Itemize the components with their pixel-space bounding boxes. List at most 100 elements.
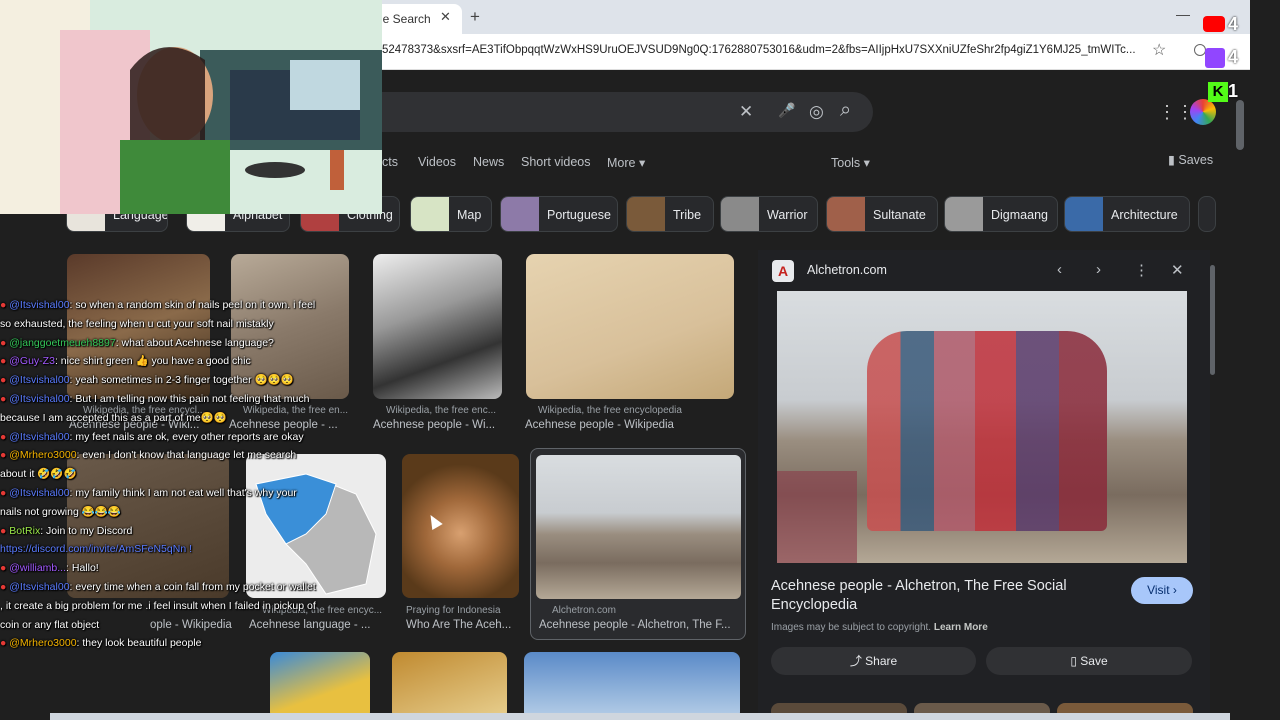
chat-message: ● @Itsvishal00: so when a random skin of…	[0, 296, 320, 334]
chat-username: @Mrhero3000	[9, 637, 77, 650]
tab-products[interactable]: cts	[382, 155, 398, 169]
mic-icon[interactable]: 🎤	[778, 102, 795, 119]
chip-architecture[interactable]: Architecture	[1064, 196, 1190, 232]
chat-username: @Mrhero3000	[9, 449, 77, 462]
tab-more[interactable]: More ▾	[607, 155, 645, 170]
share-button[interactable]: ⤴ Share	[771, 647, 976, 675]
chip-label: Architecture	[1111, 208, 1178, 222]
twitch-icon	[1205, 48, 1225, 68]
result-source: Praying for Indonesia	[406, 605, 501, 616]
url-field[interactable]: 52478373&sxsrf=AE3TifObpqqtWzWxHS9UruOEJ…	[382, 44, 1144, 56]
chip-thumb	[1065, 197, 1103, 231]
visit-button[interactable]: Visit ›	[1131, 577, 1193, 604]
save-button[interactable]: ▯ Save	[986, 647, 1192, 675]
close-tab-icon[interactable]: ✕	[440, 9, 451, 25]
youtube-badge-icon: ●	[0, 637, 10, 650]
youtube-badge-icon: ●	[0, 336, 10, 349]
youtube-badge-icon: ●	[0, 374, 10, 387]
copyright-notice: Images may be subject to copyright. Lear…	[771, 622, 988, 633]
chat-username: @Itsvishal00	[9, 580, 70, 593]
chat-message: ● @Itsvishal00: my feet nails are ok, ev…	[0, 428, 320, 447]
flowers-graphic	[777, 471, 857, 563]
chip-warrior[interactable]: Warrior	[720, 196, 818, 232]
result-image[interactable]	[392, 652, 507, 720]
chip-thumb	[501, 197, 539, 231]
tab-news[interactable]: News	[473, 155, 504, 169]
result-image[interactable]	[270, 652, 370, 720]
chat-message: ● @Mrhero3000: they look beautiful peopl…	[0, 634, 320, 653]
chat-message: ● @Itsvishal00: But I am telling now thi…	[0, 390, 320, 428]
more-options-icon[interactable]: ⋮	[1134, 261, 1149, 279]
chip-thumb	[721, 197, 759, 231]
lens-icon[interactable]: ◎	[809, 102, 824, 122]
youtube-badge-icon: ●	[0, 392, 10, 405]
tools-menu[interactable]: Tools ▾	[831, 155, 870, 170]
next-icon[interactable]: ›	[1096, 261, 1101, 278]
chat-message: https://discord.com/invite/AmSFeN5qNn !	[0, 540, 320, 559]
clear-search-icon[interactable]: ✕	[739, 102, 753, 122]
chat-username: @williamb...	[9, 562, 67, 575]
account-avatar[interactable]	[1190, 99, 1216, 125]
chip-portuguese[interactable]: Portuguese	[500, 196, 618, 232]
result-source: Alchetron.com	[552, 605, 616, 616]
chat-username: @Guy-Z3	[9, 355, 55, 368]
result-image[interactable]	[524, 652, 740, 720]
kick-viewer-count: 1	[1228, 81, 1239, 101]
chat-username: @Itsvishal00	[9, 374, 70, 387]
chip-digmaang[interactable]: Digmaang	[944, 196, 1058, 232]
chat-message: ● BotRix: Join to my Discord	[0, 522, 320, 541]
preview-image[interactable]	[777, 291, 1187, 563]
result-title[interactable]: Acehnese people - Wikipedia	[525, 419, 674, 431]
youtube-badge-icon: ●	[0, 580, 10, 593]
webcam-overlay	[0, 0, 382, 214]
panel-site-name[interactable]: Alchetron.com	[807, 263, 887, 277]
previous-icon[interactable]: ‹	[1057, 261, 1062, 278]
chip-label: Map	[457, 208, 482, 222]
minimize-window-button[interactable]: —	[1176, 6, 1190, 22]
result-title[interactable]: Acehnese people - Wi...	[373, 419, 495, 431]
chip-label: Portuguese	[547, 208, 611, 222]
bookmark-star-icon[interactable]: ☆	[1152, 40, 1166, 60]
youtube-viewer-count: 4	[1228, 14, 1239, 34]
youtube-badge-icon: ●	[0, 355, 10, 368]
youtube-badge-icon: ●	[0, 430, 10, 443]
chip-more[interactable]	[1198, 196, 1216, 232]
chip-label: Tribe	[673, 208, 702, 222]
chip-map[interactable]: Map	[410, 196, 492, 232]
learn-more-link[interactable]: Learn More	[934, 622, 988, 633]
panel-scrollbar[interactable]	[1210, 265, 1215, 375]
live-chat-overlay: ● @Itsvishal00: so when a random skin of…	[0, 296, 320, 653]
site-logo-icon: A	[772, 260, 794, 282]
page-scrollbar[interactable]	[1236, 100, 1244, 150]
result-image[interactable]	[526, 254, 734, 399]
search-icon[interactable]: ⌕	[840, 99, 851, 122]
close-panel-icon[interactable]: ✕	[1171, 261, 1184, 279]
status-url-strip	[50, 713, 1230, 720]
youtube-badge-icon: ●	[0, 449, 10, 462]
chat-message: ● @Guy-Z3: nice shirt green 👍 you have a…	[0, 352, 320, 371]
twitch-viewer-count: 4	[1228, 47, 1239, 67]
tab-videos[interactable]: Videos	[418, 155, 456, 169]
chip-thumb	[945, 197, 983, 231]
chip-label: Warrior	[767, 208, 808, 222]
chip-label: Digmaang	[991, 208, 1048, 222]
chip-tribe[interactable]: Tribe	[626, 196, 714, 232]
chat-username: @Itsvishal00	[9, 299, 70, 311]
saves-link[interactable]: ▮ Saves	[1168, 152, 1213, 167]
result-title[interactable]: Who Are The Aceh...	[406, 619, 511, 631]
chat-username: @Itsvishal00	[9, 392, 70, 405]
panel-title[interactable]: Acehnese people - Alchetron, The Free So…	[771, 577, 1111, 615]
people-figure-graphic	[867, 331, 1107, 531]
chip-sultanate[interactable]: Sultanate	[826, 196, 938, 232]
result-title[interactable]: Acehnese people - Alchetron, The F...	[539, 619, 731, 631]
new-tab-button[interactable]: +	[470, 7, 480, 27]
chat-message: ● @janggoetmeueh8897: what about Acehnes…	[0, 334, 320, 353]
chip-label: Sultanate	[873, 208, 926, 222]
result-image[interactable]	[373, 254, 502, 399]
result-image[interactable]	[402, 454, 519, 598]
chat-message: ● @Mrhero3000: even I don't know that la…	[0, 446, 320, 484]
chat-message: ● @Itsvishal00: yeah sometimes in 2-3 fi…	[0, 371, 320, 390]
tab-short-videos[interactable]: Short videos	[521, 155, 590, 169]
youtube-badge-icon: ●	[0, 486, 10, 499]
chat-message: ● @Itsvishal00: every time when a coin f…	[0, 578, 320, 634]
